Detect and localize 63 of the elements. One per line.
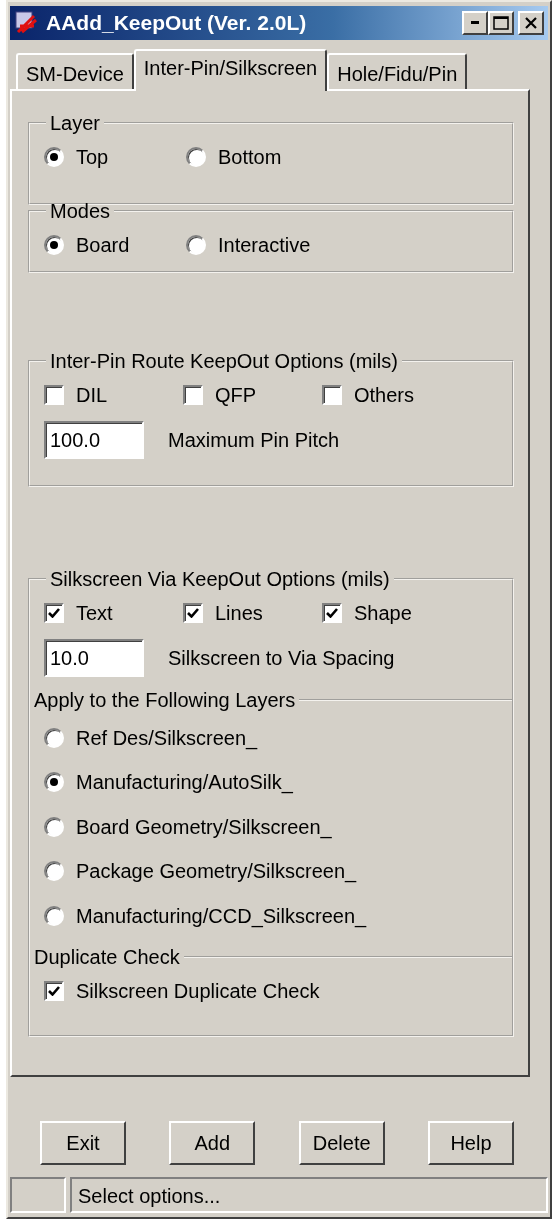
maximize-icon [493, 15, 509, 30]
check-icon [48, 608, 60, 619]
radio-button[interactable] [186, 235, 206, 256]
option-label[interactable]: Manufacturing/AutoSilk_ [76, 767, 293, 798]
check-icon [326, 608, 338, 619]
minimize-icon [471, 21, 479, 25]
option-label[interactable]: Manufacturing/CCD_Silkscreen_ [76, 900, 367, 931]
tab[interactable]: SM-Device [16, 53, 134, 90]
group-label: Modes [49, 199, 112, 224]
option-label[interactable]: Board [76, 230, 130, 261]
group-label: Layer [49, 111, 102, 136]
app-icon [14, 9, 40, 36]
minimize-button[interactable] [462, 10, 488, 35]
check-icon [48, 986, 60, 996]
option-label[interactable]: Board Geometry/Silkscreen_ [76, 811, 332, 842]
option-label[interactable]: Ref Des/Silkscreen_ [76, 722, 258, 753]
tab[interactable]: Inter-Pin/Silkscreen [133, 49, 328, 92]
radio-button[interactable] [44, 772, 64, 793]
option-label[interactable]: QFP [215, 380, 257, 411]
check-icon [187, 608, 199, 619]
text-field[interactable]: 100.0 [44, 421, 144, 460]
option-label[interactable]: Package Geometry/Silkscreen_ [76, 856, 357, 887]
option-label[interactable]: Bottom [218, 142, 282, 173]
field-label: Silkscreen to Via Spacing [168, 646, 395, 672]
section-label: Duplicate Check [33, 945, 180, 970]
dialog-button[interactable]: Add [169, 1121, 256, 1166]
group-label: Silkscreen Via KeepOut Options (mils) [49, 567, 391, 592]
option-label[interactable]: DIL [76, 380, 108, 411]
radio-button[interactable] [44, 727, 64, 748]
checkbox[interactable] [183, 385, 203, 406]
radio-button[interactable] [44, 816, 64, 837]
checkbox[interactable] [44, 385, 64, 406]
tab[interactable]: Hole/Fidu/Pin [327, 53, 468, 90]
section-label: Apply to the Following Layers [33, 688, 296, 714]
radio-button[interactable] [44, 905, 64, 926]
status-pane [10, 1177, 66, 1213]
status-text: Select options... [70, 1177, 548, 1213]
checkbox[interactable] [322, 385, 342, 406]
group-label: Inter-Pin Route KeepOut Options (mils) [49, 349, 399, 374]
checkbox[interactable] [322, 603, 342, 624]
option-label[interactable]: Lines [215, 598, 263, 629]
radio-button[interactable] [186, 147, 206, 168]
checkbox[interactable] [44, 603, 64, 624]
maximize-button[interactable] [488, 10, 514, 35]
option-label[interactable]: Interactive [218, 230, 311, 261]
close-button[interactable] [518, 10, 544, 35]
option-label[interactable]: Silkscreen Duplicate Check [76, 976, 320, 1006]
checkbox[interactable] [183, 603, 203, 624]
field-label: Maximum Pin Pitch [168, 428, 340, 454]
radio-button[interactable] [44, 861, 64, 882]
dialog-button[interactable]: Delete [298, 1121, 385, 1166]
text-field[interactable]: 10.0 [44, 639, 144, 678]
option-label[interactable]: Text [76, 598, 113, 629]
option-label[interactable]: Top [76, 142, 109, 173]
radio-button[interactable] [44, 235, 64, 256]
option-label[interactable]: Others [354, 380, 415, 411]
close-icon [524, 16, 538, 29]
dialog-button[interactable]: Help [428, 1121, 514, 1166]
dialog-button[interactable]: Exit [40, 1121, 126, 1166]
window-title: AAdd_KeepOut (Ver. 2.0L) [46, 10, 308, 37]
option-label[interactable]: Shape [354, 598, 412, 629]
radio-button[interactable] [44, 147, 64, 168]
checkbox[interactable] [44, 981, 64, 1001]
